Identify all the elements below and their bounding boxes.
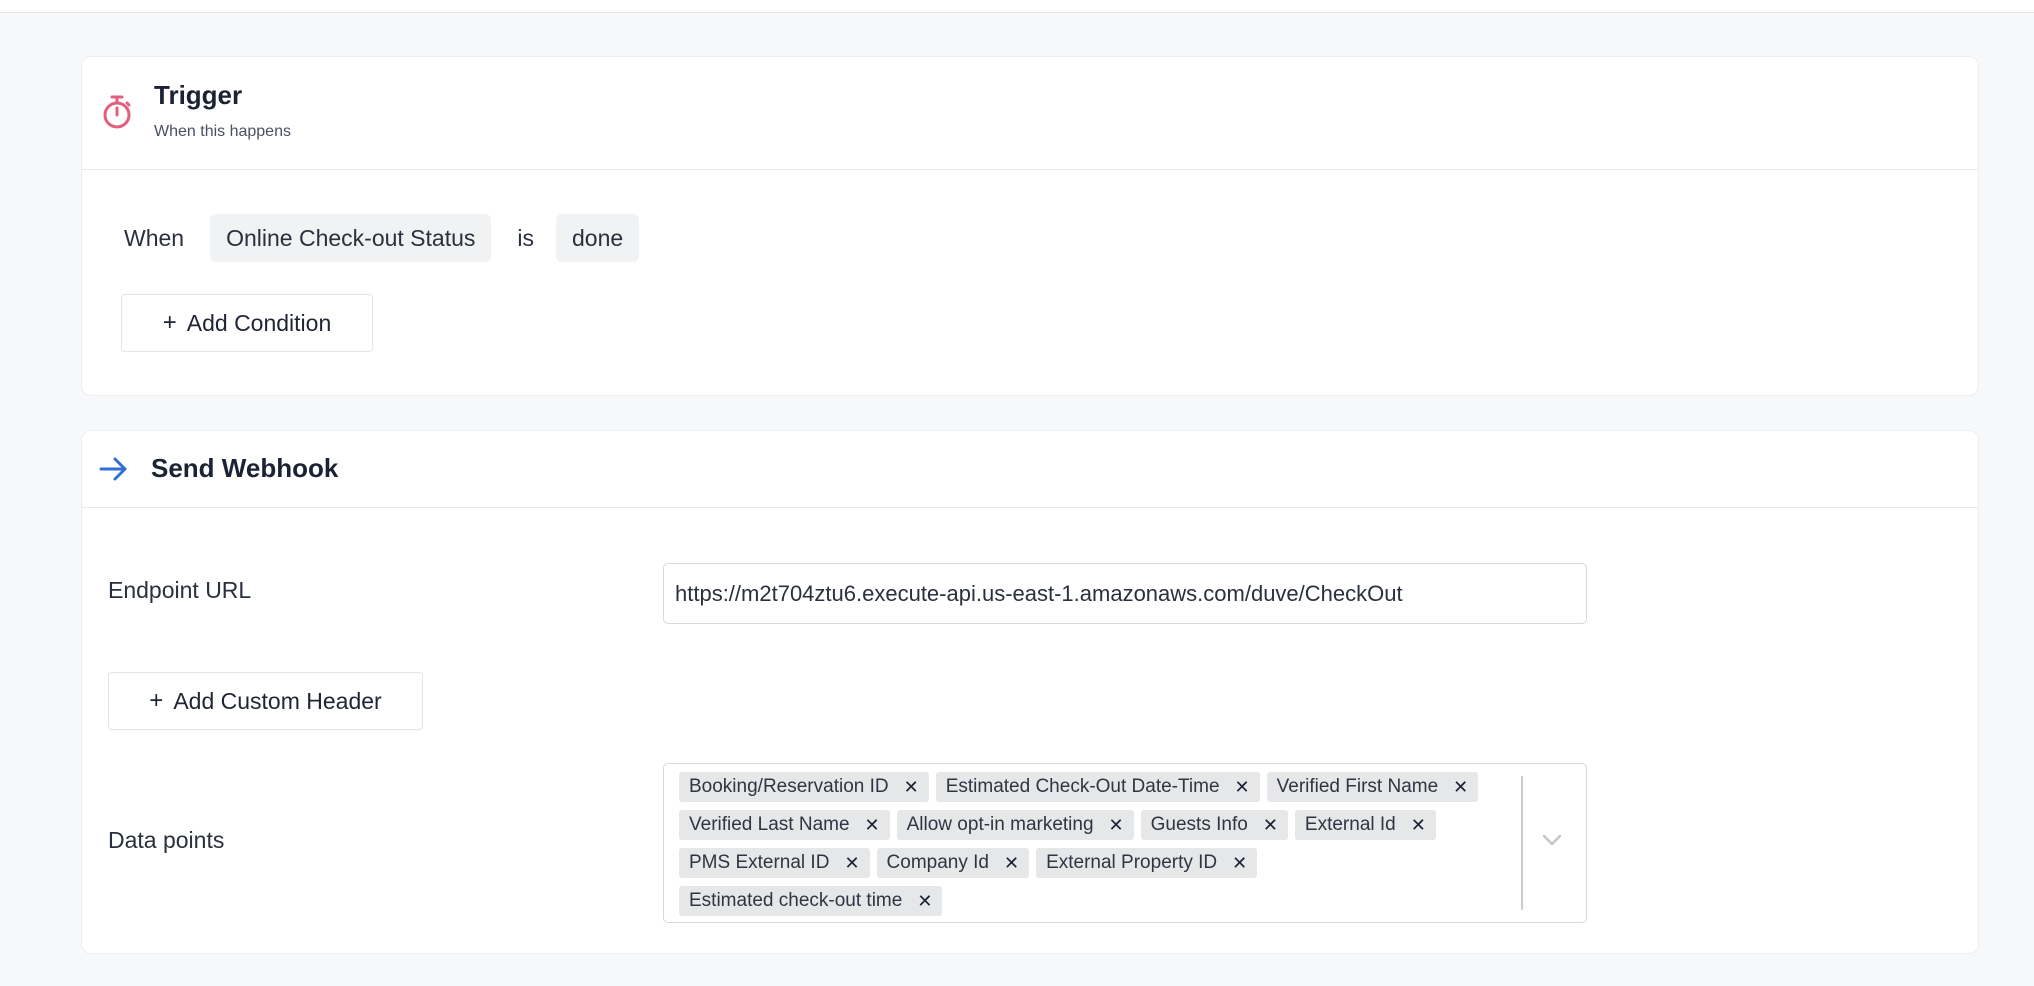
add-condition-label: Add Condition [186, 309, 332, 336]
data-point-tag-label: PMS External ID [689, 852, 830, 873]
data-point-tag: External Property ID ✕ [1036, 848, 1258, 878]
timer-icon [103, 95, 131, 129]
data-point-tag: Company Id ✕ [876, 848, 1030, 878]
condition-operator: is [517, 224, 535, 251]
data-point-tag-label: External Id [1304, 814, 1396, 835]
data-point-tag: Estimated check-out time ✕ [679, 886, 943, 916]
webhook-header: Send Webhook [82, 431, 1978, 508]
data-point-tag-label: Estimated check-out time [689, 890, 903, 911]
data-point-tag-label: Verified Last Name [689, 814, 850, 835]
endpoint-url-label: Endpoint URL [108, 577, 252, 603]
close-icon[interactable]: ✕ [1232, 848, 1247, 878]
condition-row: When Online Check-out Status is done [124, 214, 640, 262]
data-points-label: Data points [108, 827, 225, 853]
data-point-tag-label: Estimated Check-Out Date-Time [945, 776, 1220, 797]
close-icon[interactable]: ✕ [865, 810, 880, 840]
add-condition-button[interactable]: + Add Condition [121, 294, 373, 352]
top-bar [0, 0, 2034, 13]
select-divider [1521, 776, 1523, 910]
chevron-down-icon[interactable] [1540, 832, 1564, 848]
add-custom-header-button[interactable]: + Add Custom Header [108, 672, 423, 730]
webhook-title: Send Webhook [151, 453, 339, 483]
data-point-tag: Verified First Name ✕ [1266, 772, 1479, 802]
condition-value-select[interactable]: done [556, 214, 640, 262]
condition-field-select[interactable]: Online Check-out Status [210, 214, 492, 262]
condition-when-label: When [124, 224, 185, 251]
plus-icon: + [149, 687, 164, 714]
data-points-select[interactable]: Booking/Reservation ID ✕ Estimated Check-O… [663, 763, 1587, 923]
close-icon[interactable]: ✕ [904, 772, 919, 802]
trigger-header: Trigger When this happens [82, 57, 1978, 170]
plus-icon: + [162, 309, 177, 336]
data-point-tag: PMS External ID ✕ [679, 848, 870, 878]
close-icon[interactable]: ✕ [844, 848, 859, 878]
webhook-card: Send Webhook Endpoint URL https://m2t704… [81, 430, 1979, 954]
data-point-tag: Booking/Reservation ID ✕ [679, 772, 929, 802]
trigger-title: Trigger [154, 80, 243, 110]
data-point-tag-label: Guests Info [1150, 814, 1248, 835]
close-icon[interactable]: ✕ [1263, 810, 1278, 840]
trigger-subtitle: When this happens [154, 123, 291, 140]
data-point-tag: Guests Info ✕ [1140, 810, 1288, 840]
data-point-tag: External Id ✕ [1294, 810, 1436, 840]
data-points-tags: Booking/Reservation ID ✕ Estimated Check-O… [679, 772, 1509, 916]
add-custom-header-label: Add Custom Header [173, 687, 382, 714]
data-point-tag-label: Company Id [886, 852, 989, 873]
close-icon[interactable]: ✕ [1235, 772, 1250, 802]
data-point-tag-label: Allow opt-in marketing [906, 814, 1094, 835]
close-icon[interactable]: ✕ [1453, 772, 1468, 802]
close-icon[interactable]: ✕ [1411, 810, 1426, 840]
trigger-card: Trigger When this happens When Online Ch… [81, 56, 1979, 396]
arrow-right-icon [99, 457, 127, 481]
close-icon[interactable]: ✕ [1004, 848, 1019, 878]
close-icon[interactable]: ✕ [917, 886, 932, 916]
endpoint-url-input[interactable]: https://m2t704ztu6.execute-api.us-east-1… [663, 563, 1587, 624]
data-point-tag-label: External Property ID [1046, 852, 1218, 873]
data-point-tag-label: Booking/Reservation ID [689, 776, 889, 797]
data-point-tag: Verified Last Name ✕ [679, 810, 890, 840]
data-point-tag: Allow opt-in marketing ✕ [896, 810, 1134, 840]
close-icon[interactable]: ✕ [1109, 810, 1124, 840]
data-point-tag-label: Verified First Name [1276, 776, 1439, 797]
data-point-tag: Estimated Check-Out Date-Time ✕ [935, 772, 1260, 802]
